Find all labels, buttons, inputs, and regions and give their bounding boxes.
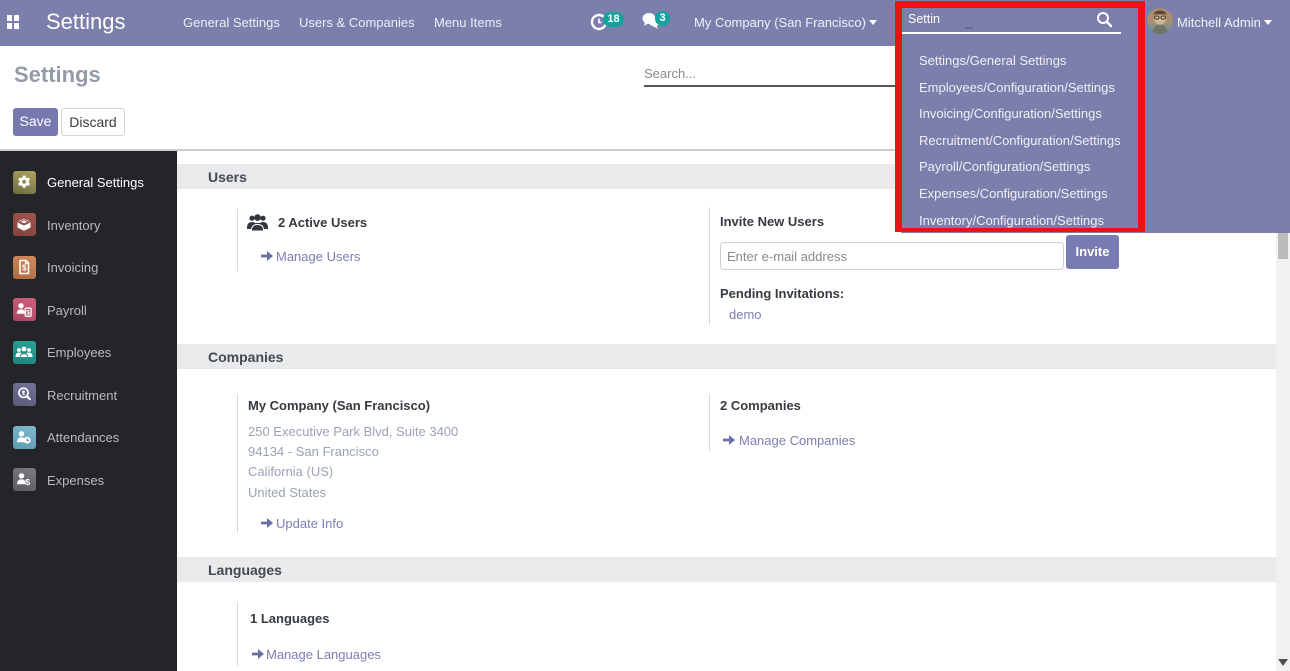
svg-text:$: $ xyxy=(25,477,30,487)
svg-text:$: $ xyxy=(22,262,27,272)
svg-text:$: $ xyxy=(26,310,30,317)
